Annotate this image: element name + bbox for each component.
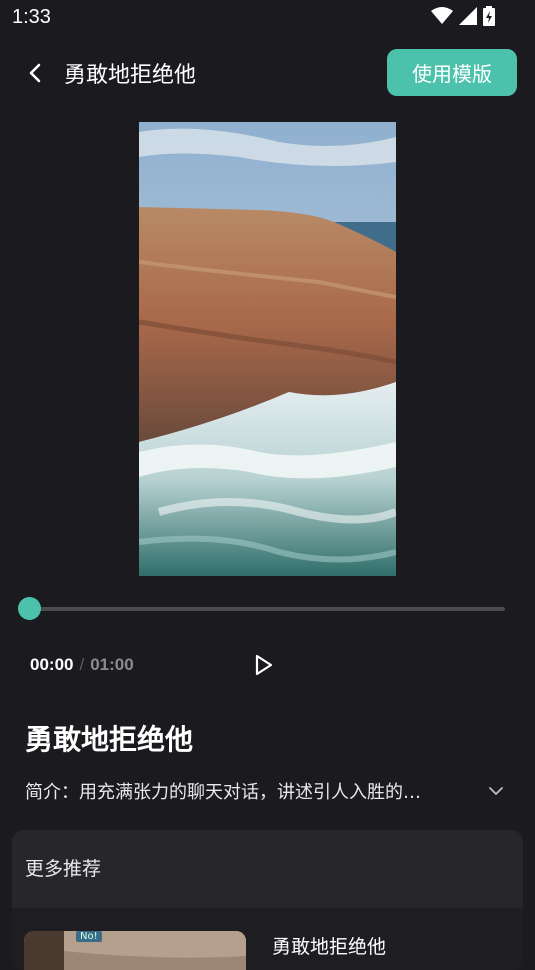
play-icon [255,654,273,676]
back-button[interactable] [20,58,50,88]
recommendation-title: 勇敢地拒绝他 [272,936,387,958]
use-template-button[interactable]: 使用模版 [387,49,517,96]
chevron-down-icon [489,787,503,795]
progress-thumb[interactable] [18,597,41,620]
chevron-left-icon [29,63,41,83]
battery-icon [483,6,495,26]
status-bar: 1:33 [0,0,535,36]
current-time: 00:00 [30,655,74,674]
detail-title: 勇敢地拒绝他 [25,723,194,756]
video-preview[interactable] [139,122,396,576]
intro-expander[interactable]: 简介：用充满张力的聊天对话，讲述引人入胜的… [25,778,515,806]
time-readout: 00:00 / 01:00 [30,655,134,675]
status-icons [431,6,495,26]
time-separator: / [79,655,85,674]
intro-text: 简介：用充满张力的聊天对话，讲述引人入胜的… [25,782,421,803]
video-frame-image [139,122,396,576]
status-time: 1:33 [12,6,51,28]
top-bar: 勇敢地拒绝他 使用模版 [0,48,535,98]
page-title: 勇敢地拒绝他 [64,63,197,88]
recommendation-item[interactable]: No! 勇敢地拒绝他 [12,908,523,970]
signal-icon [459,7,477,25]
play-button[interactable] [250,652,276,678]
more-recommendations-panel: 更多推荐 No! 勇敢地拒绝他 [12,830,523,970]
progress-track[interactable] [30,607,505,611]
wifi-icon [431,7,453,24]
recommendation-badge: No! [76,931,102,942]
total-time: 01:00 [90,655,134,674]
more-section-title: 更多推荐 [25,858,102,880]
